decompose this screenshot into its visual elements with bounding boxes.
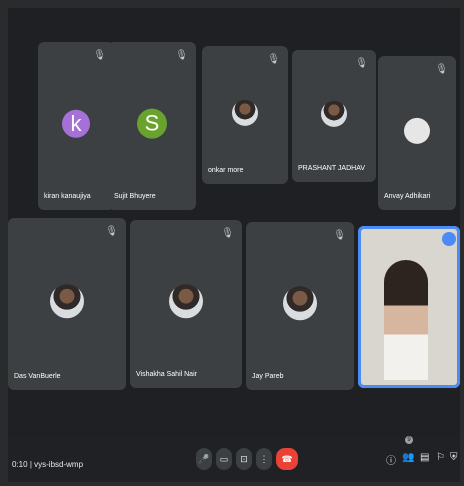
participant-photo <box>232 99 258 126</box>
participant-name: Anvay Adhikari <box>384 193 431 200</box>
self-view-video <box>384 260 428 380</box>
participant-tile[interactable]: 🎙 onkar more <box>202 46 288 184</box>
avatar: S <box>137 108 167 139</box>
participant-photo <box>169 284 203 319</box>
meeting-control-bar: 0:10 | vys-ibsd-wmp 🎤 ▭ ⊡ ⋮ ☎ ⓘ 👥 9 ▤ ⚐ … <box>8 436 460 482</box>
participant-tile[interactable]: 🎙 Vishakha Sahil Nair <box>130 220 242 388</box>
more-options-button[interactable]: ⋮ <box>256 448 272 470</box>
participant-name: Sujit Bhuyere <box>114 193 156 200</box>
mic-off-icon: 🎙 <box>221 228 234 239</box>
participant-tile[interactable]: 🎙 PRASHANT JADHAV <box>292 50 376 182</box>
participant-photo <box>50 284 84 319</box>
mic-off-icon: 🎙 <box>175 50 188 61</box>
people-button[interactable]: 👥 <box>402 452 414 463</box>
participant-name: onkar more <box>208 167 244 174</box>
more-options-icon: ⋮ <box>259 453 269 464</box>
self-view-tile[interactable] <box>358 226 460 388</box>
meeting-info-button[interactable]: ⓘ <box>386 452 396 467</box>
participant-tile[interactable]: 🎙 Jay Pareb <box>246 222 354 390</box>
meeting-code: vys-ibsd-wmp <box>34 460 84 469</box>
participant-tile[interactable]: 🎙 S Sujit Bhuyere <box>108 42 196 210</box>
participant-name: Das VanBuerle <box>14 373 61 380</box>
participant-tile[interactable]: 🎙 Anvay Adhikari <box>378 56 456 210</box>
microphone-icon: 🎤 <box>198 453 210 464</box>
participant-photo <box>321 100 347 127</box>
meeting-details: 0:10 | vys-ibsd-wmp <box>12 460 83 469</box>
speaking-indicator-icon <box>442 232 456 246</box>
activities-icon: ⚐ <box>436 452 445 463</box>
microphone-button[interactable]: 🎤 <box>196 448 212 470</box>
participant-name: kiran kanaujiya <box>44 193 91 200</box>
mic-off-icon: 🎙 <box>333 230 346 241</box>
host-controls-icon: ⛨ <box>450 452 458 463</box>
avatar: k <box>62 109 90 138</box>
mic-off-icon: 🎙 <box>267 54 280 65</box>
chat-icon: ▤ <box>420 452 430 463</box>
people-icon: 👥 <box>402 452 415 463</box>
info-icon: ⓘ <box>386 456 396 467</box>
meeting-time: 0:10 <box>12 460 28 469</box>
end-call-icon: ☎ <box>281 453 293 464</box>
participant-tile[interactable]: 🎙 Das VanBuerle <box>8 218 126 390</box>
people-count-badge: 9 <box>405 436 413 444</box>
participant-photo <box>404 117 430 144</box>
participant-tile[interactable]: 🎙 k kiran kanaujiya <box>38 42 114 210</box>
end-call-button[interactable]: ☎ <box>276 448 298 470</box>
meeting-separator: | <box>29 460 32 469</box>
present-button[interactable]: ⊡ <box>236 448 252 470</box>
camera-button[interactable]: ▭ <box>216 448 232 470</box>
participant-photo <box>283 286 317 321</box>
participant-name: Jay Pareb <box>252 373 284 380</box>
camera-icon: ▭ <box>219 453 229 464</box>
mic-off-icon: 🎙 <box>355 58 368 69</box>
meet-window: 🎙 k kiran kanaujiya 🎙 S Sujit Bhuyere 🎙 … <box>8 8 460 482</box>
mic-off-icon: 🎙 <box>93 50 106 61</box>
mic-off-icon: 🎙 <box>105 226 118 237</box>
chat-button[interactable]: ▤ <box>420 452 429 463</box>
participant-name: PRASHANT JADHAV <box>298 165 366 172</box>
avatar-initial: S <box>144 110 160 136</box>
present-icon: ⊡ <box>240 453 248 464</box>
mic-off-icon: 🎙 <box>435 64 448 75</box>
participant-name: Vishakha Sahil Nair <box>136 371 197 378</box>
avatar-initial: k <box>70 110 82 136</box>
host-controls-button[interactable]: ⛨ <box>450 452 458 463</box>
activities-button[interactable]: ⚐ <box>436 452 445 463</box>
